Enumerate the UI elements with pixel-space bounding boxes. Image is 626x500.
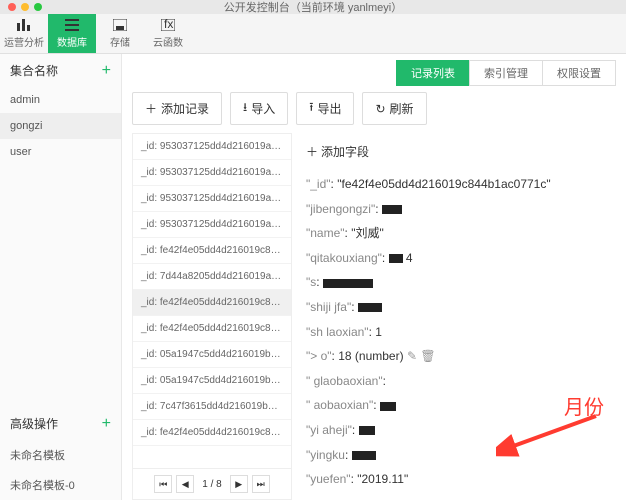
record-item[interactable]: _id: fe42f4e05dd4d216019c844...	[133, 420, 291, 446]
upload-icon: ⭱	[309, 98, 313, 119]
list-icon	[65, 18, 79, 32]
redacted	[352, 451, 376, 460]
field-row[interactable]: "sh laoxian": 1	[306, 320, 612, 345]
minimize-window-icon[interactable]	[21, 3, 29, 11]
toolbar-save[interactable]: 存储	[96, 14, 144, 53]
content: 记录列表索引管理权限设置 ＋添加记录 ⭳导入 ⭱导出 ↻刷新 _id: 9530…	[122, 54, 626, 500]
tab[interactable]: 权限设置	[542, 60, 616, 86]
fn-icon: fx	[161, 18, 175, 32]
add-field-button[interactable]: ＋添加字段	[306, 143, 369, 160]
delete-icon[interactable]: 🗑	[420, 349, 435, 363]
redacted	[382, 205, 402, 214]
pager: ⏮ ◀ 1 / 8 ▶ ⏭	[133, 468, 291, 499]
window-title: 公开发控制台（当前环境 yanlmeyi）	[224, 0, 402, 15]
add-template-button[interactable]: +	[102, 416, 111, 432]
toolbar: 运营分析数据库存储fx云函数	[0, 14, 626, 54]
pager-prev-button[interactable]: ◀	[176, 475, 194, 493]
field-row[interactable]: "jibengongzi":	[306, 197, 612, 222]
add-record-button[interactable]: ＋添加记录	[132, 92, 222, 125]
svg-text:fx: fx	[164, 19, 173, 31]
template-item[interactable]: 未命名模板	[0, 440, 121, 470]
record-item[interactable]: _id: 953037125dd4d216019aa7a...	[133, 186, 291, 212]
pager-next-button[interactable]: ▶	[230, 475, 248, 493]
redacted	[380, 402, 396, 411]
collection-item[interactable]: gongzi	[0, 113, 121, 139]
save-icon	[113, 18, 127, 32]
maximize-window-icon[interactable]	[34, 3, 42, 11]
record-list: _id: 953037125dd4d216019aa7a..._id: 9530…	[132, 133, 292, 500]
collections-header: 集合名称 +	[0, 54, 121, 87]
plus-icon: ＋	[306, 143, 318, 160]
field-row[interactable]: "qitakouxiang": 4	[306, 246, 612, 271]
record-item[interactable]: _id: 7c47f3615dd4d216019b414...	[133, 394, 291, 420]
field-row[interactable]: "name": "刘威"	[306, 221, 612, 246]
toolbar-bars[interactable]: 运营分析	[0, 14, 48, 53]
annotation-label: 月份	[564, 391, 604, 420]
record-item[interactable]: _id: 05a1947c5dd4d216019b670...	[133, 368, 291, 394]
action-bar: ＋添加记录 ⭳导入 ⭱导出 ↻刷新	[122, 92, 626, 133]
download-icon: ⭳	[243, 98, 247, 119]
record-item[interactable]: _id: fe42f4e05dd4d216019c844...	[133, 316, 291, 342]
close-window-icon[interactable]	[8, 3, 16, 11]
record-item[interactable]: _id: 953037125dd4d216019aa7a...	[133, 160, 291, 186]
window-controls[interactable]	[8, 3, 42, 11]
record-detail: ＋添加字段 "_id": "fe42f4e05dd4d216019c844b1a…	[292, 133, 626, 500]
edit-icon[interactable]: ✎	[407, 349, 417, 363]
field-row[interactable]: "yingku:	[306, 443, 612, 468]
collection-item[interactable]: user	[0, 139, 121, 165]
record-item[interactable]: _id: fe42f4e05dd4d216019c844...	[133, 290, 291, 316]
record-item[interactable]: _id: 05a1947c5dd4d216019b670...	[133, 342, 291, 368]
tab[interactable]: 记录列表	[396, 60, 470, 86]
pager-text: 1 / 8	[198, 479, 225, 490]
redacted	[389, 254, 403, 263]
toolbar-list[interactable]: 数据库	[48, 14, 96, 53]
plus-icon: ＋	[145, 100, 157, 117]
field-row[interactable]: "_id": "fe42f4e05dd4d216019c844b1ac0771c…	[306, 172, 612, 197]
field-row[interactable]: "> o": 18 (number) ✎ 🗑	[306, 344, 612, 369]
advanced-header-label: 高级操作	[10, 415, 58, 432]
field-row[interactable]: " glaobaoxian":	[306, 369, 612, 394]
titlebar: 公开发控制台（当前环境 yanlmeyi）	[0, 0, 626, 14]
sidebar: 集合名称 + admingongziuser 高级操作 + 未命名模板未命名模板…	[0, 54, 122, 500]
refresh-button[interactable]: ↻刷新	[362, 92, 426, 125]
toolbar-fn[interactable]: fx云函数	[144, 14, 192, 53]
tabs: 记录列表索引管理权限设置	[122, 54, 626, 92]
field-row[interactable]: "yuefen": "2019.11"	[306, 467, 612, 492]
bars-icon	[17, 18, 31, 32]
field-row[interactable]: "s:	[306, 270, 612, 295]
advanced-header: 高级操作 +	[0, 407, 121, 440]
redacted	[323, 279, 373, 288]
redacted	[358, 303, 382, 312]
tab[interactable]: 索引管理	[469, 60, 543, 86]
template-item[interactable]: 未命名模板-0	[0, 470, 121, 500]
import-button[interactable]: ⭳导入	[230, 92, 288, 125]
add-collection-button[interactable]: +	[102, 63, 111, 79]
record-item[interactable]: _id: fe42f4e05dd4d216019c844...	[133, 238, 291, 264]
field-row[interactable]: "shiji jfa":	[306, 295, 612, 320]
export-button[interactable]: ⭱导出	[296, 92, 354, 125]
record-item[interactable]: _id: 7d44a8205dd4d216019aa9...	[133, 264, 291, 290]
refresh-icon: ↻	[375, 102, 385, 116]
pager-last-button[interactable]: ⏭	[252, 475, 270, 493]
redacted	[359, 426, 375, 435]
pager-first-button[interactable]: ⏮	[154, 475, 172, 493]
field-row[interactable]: "yi aheji":	[306, 418, 612, 443]
record-item[interactable]: _id: 953037125dd4d216019aa7a...	[133, 134, 291, 160]
collections-header-label: 集合名称	[10, 62, 58, 79]
collection-item[interactable]: admin	[0, 87, 121, 113]
record-item[interactable]: _id: 953037125dd4d216019aa7a...	[133, 212, 291, 238]
